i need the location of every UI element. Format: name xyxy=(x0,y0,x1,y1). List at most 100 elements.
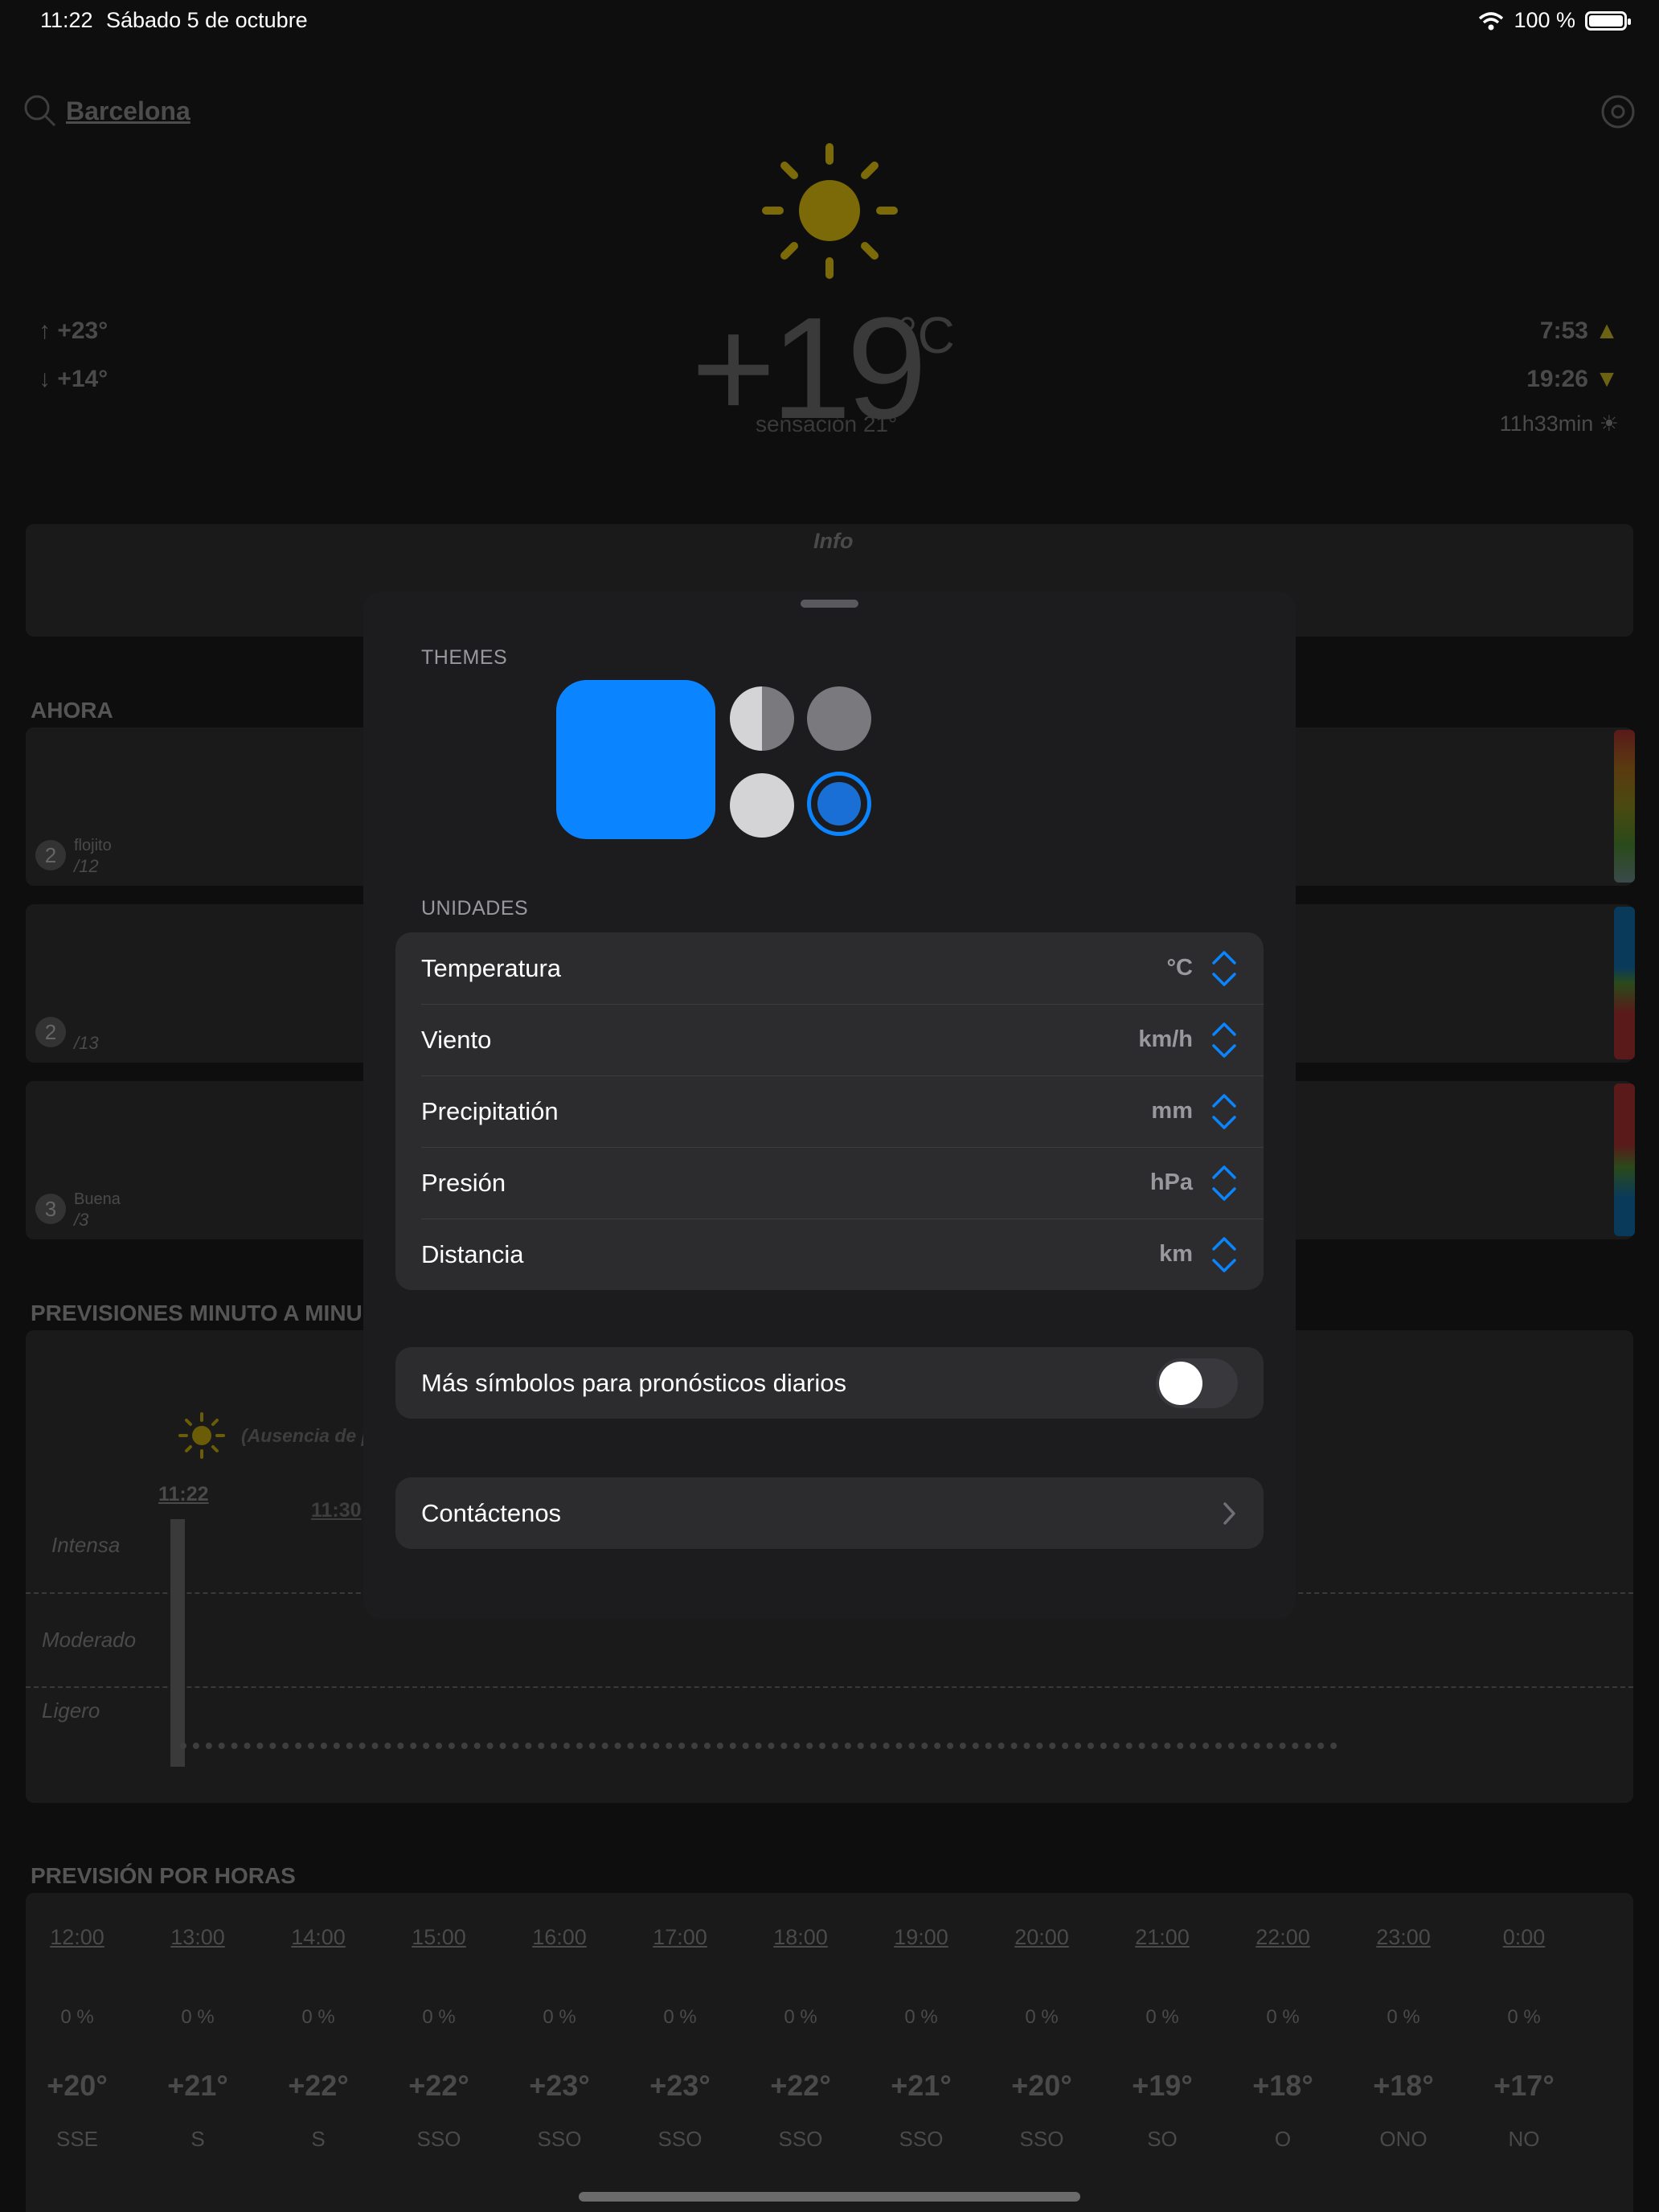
home-indicator[interactable] xyxy=(579,2192,1080,2202)
unit-stepper[interactable] xyxy=(1210,948,1238,989)
hour-time: 20:00 xyxy=(1014,1925,1069,1949)
hour-temp: +19° xyxy=(1132,2069,1193,2102)
more-symbols-group: Más símbolos para pronósticos diarios xyxy=(395,1347,1264,1419)
hour-time: 12:00 xyxy=(50,1925,104,1949)
hour-time: 19:00 xyxy=(894,1925,948,1949)
contact-label: Contáctenos xyxy=(421,1498,562,1527)
theme-blue-option-selected[interactable] xyxy=(807,772,871,836)
sunrise: 7:53 ▲ xyxy=(1540,317,1619,345)
wind-label: flojito xyxy=(74,837,112,854)
hour-time: 14:00 xyxy=(291,1925,346,1949)
air-gauge xyxy=(1614,1083,1635,1236)
hour-precip: 0 % xyxy=(1507,2006,1541,2028)
wind-gauge xyxy=(1614,730,1635,883)
air-label: Buena xyxy=(74,1190,121,1208)
max-temp: ↑ +23° xyxy=(39,317,109,344)
hour-precip: 0 % xyxy=(1387,2006,1420,2028)
sheet-grabber[interactable] xyxy=(801,600,858,608)
hour-time: 22:00 xyxy=(1256,1925,1310,1949)
hour-column: 21:00 0 % +19° SO xyxy=(1114,1925,1210,2152)
settings-icon[interactable] xyxy=(1600,93,1636,130)
hour-temp: +20° xyxy=(47,2069,108,2102)
hour-time: 0:00 xyxy=(1502,1925,1546,1949)
minute-header: PREVISIONES MINUTO A MINU xyxy=(31,1301,363,1325)
hour-column: 13:00 0 % +21° S xyxy=(150,1925,246,2152)
hour-wind: SSO xyxy=(1019,2127,1064,2151)
status-bar: 11:22 Sábado 5 de octubre 100 % xyxy=(0,0,1659,39)
unit-stepper[interactable] xyxy=(1210,1163,1238,1203)
min-temp-value: +14° xyxy=(57,366,109,392)
hour-time: 23:00 xyxy=(1376,1925,1431,1949)
hour-column: 18:00 0 % +22° SSO xyxy=(752,1925,849,2152)
theme-accent-swatch[interactable] xyxy=(556,680,715,839)
up-down-chevron-icon xyxy=(1212,950,1236,986)
hour-temp: +21° xyxy=(891,2069,952,2102)
unit-stepper[interactable] xyxy=(1210,1235,1238,1275)
hour-precip: 0 % xyxy=(543,2006,576,2028)
unit-stepper[interactable] xyxy=(1210,1092,1238,1132)
search-icon[interactable] xyxy=(23,93,58,129)
up-down-chevron-icon xyxy=(1212,1165,1236,1201)
hour-temp: +23° xyxy=(649,2069,711,2102)
hour-wind: SSO xyxy=(416,2127,461,2151)
hour-column: 12:00 0 % +20° SSE xyxy=(29,1925,125,2152)
hour-wind: O xyxy=(1274,2127,1292,2151)
intensity-low: Ligero xyxy=(42,1698,100,1722)
hour-column: 19:00 0 % +21° SSO xyxy=(873,1925,969,2152)
hour-column: 23:00 0 % +18° ONO xyxy=(1355,1925,1452,2152)
unit-row[interactable]: Presión hPa xyxy=(395,1147,1264,1219)
sunrise-time: 7:53 xyxy=(1539,317,1588,344)
sunrise-icon: ▲ xyxy=(1595,317,1619,344)
theme-dark-gray-option[interactable] xyxy=(807,686,871,751)
units-group: Temperatura °C Viento km/h Precipitatión mm Pr… xyxy=(395,932,1264,1290)
hour-column: 17:00 0 % +23° SSO xyxy=(632,1925,728,2152)
uv-scale: /13 xyxy=(74,1033,99,1053)
hour-precip: 0 % xyxy=(422,2006,456,2028)
air-scale: /3 xyxy=(74,1210,89,1230)
hour-wind: NO xyxy=(1508,2127,1540,2151)
hour-temp: +22° xyxy=(770,2069,831,2102)
hour-column: 14:00 0 % +22° S xyxy=(270,1925,367,2152)
sun-small-icon: ☀ xyxy=(1599,412,1619,436)
hour-column: 22:00 0 % +18° O xyxy=(1235,1925,1331,2152)
sunset: 19:26 ▼ xyxy=(1526,366,1619,393)
uv-gauge xyxy=(1614,907,1635,1059)
hour-column: 16:00 0 % +23° SSO xyxy=(511,1925,608,2152)
info-title: Info xyxy=(813,529,854,553)
hour-temp: +23° xyxy=(529,2069,590,2102)
theme-light-option[interactable] xyxy=(730,773,794,838)
hour-time: 15:00 xyxy=(412,1925,466,1949)
hourly-header: PREVISIÓN POR HORAS xyxy=(31,1863,296,1888)
temperature-unit: °C xyxy=(897,306,955,364)
unit-label: Viento xyxy=(421,1025,492,1054)
unit-row[interactable]: Viento km/h xyxy=(395,1004,1264,1075)
unit-label: Precipitatión xyxy=(421,1096,559,1125)
theme-auto-option[interactable] xyxy=(730,686,794,751)
more-symbols-row: Más símbolos para pronósticos diarios xyxy=(395,1347,1264,1419)
up-down-chevron-icon xyxy=(1212,1093,1236,1129)
hour-wind: ONO xyxy=(1379,2127,1428,2151)
hour-time: 16:00 xyxy=(532,1925,587,1949)
more-symbols-label: Más símbolos para pronósticos diarios xyxy=(421,1368,846,1397)
city-link[interactable]: Barcelona xyxy=(66,96,190,126)
hour-column: 20:00 0 % +20° SSO xyxy=(993,1925,1090,2152)
now-header: AHORA xyxy=(31,698,113,723)
units-label: UNIDADES xyxy=(421,897,529,920)
hour-temp: +18° xyxy=(1373,2069,1434,2102)
more-symbols-toggle[interactable] xyxy=(1156,1358,1238,1408)
unit-label: Presión xyxy=(421,1168,506,1197)
unit-row[interactable]: Temperatura °C xyxy=(395,932,1264,1004)
unit-stepper[interactable] xyxy=(1210,1020,1238,1060)
wind-value-badge: 2 xyxy=(35,840,66,870)
unit-row[interactable]: Precipitatión mm xyxy=(395,1075,1264,1147)
contact-group: Contáctenos xyxy=(395,1477,1264,1549)
unit-row[interactable]: Distancia km xyxy=(395,1219,1264,1290)
unit-value: mm xyxy=(1151,1098,1193,1124)
contact-row[interactable]: Contáctenos xyxy=(395,1477,1264,1549)
intensity-high: Intensa xyxy=(51,1533,121,1557)
up-down-chevron-icon xyxy=(1212,1022,1236,1058)
themes-label: THEMES xyxy=(421,646,508,669)
min-temp: ↓ +14° xyxy=(39,366,109,392)
up-down-chevron-icon xyxy=(1212,1236,1236,1272)
hour-wind: SSO xyxy=(537,2127,582,2151)
